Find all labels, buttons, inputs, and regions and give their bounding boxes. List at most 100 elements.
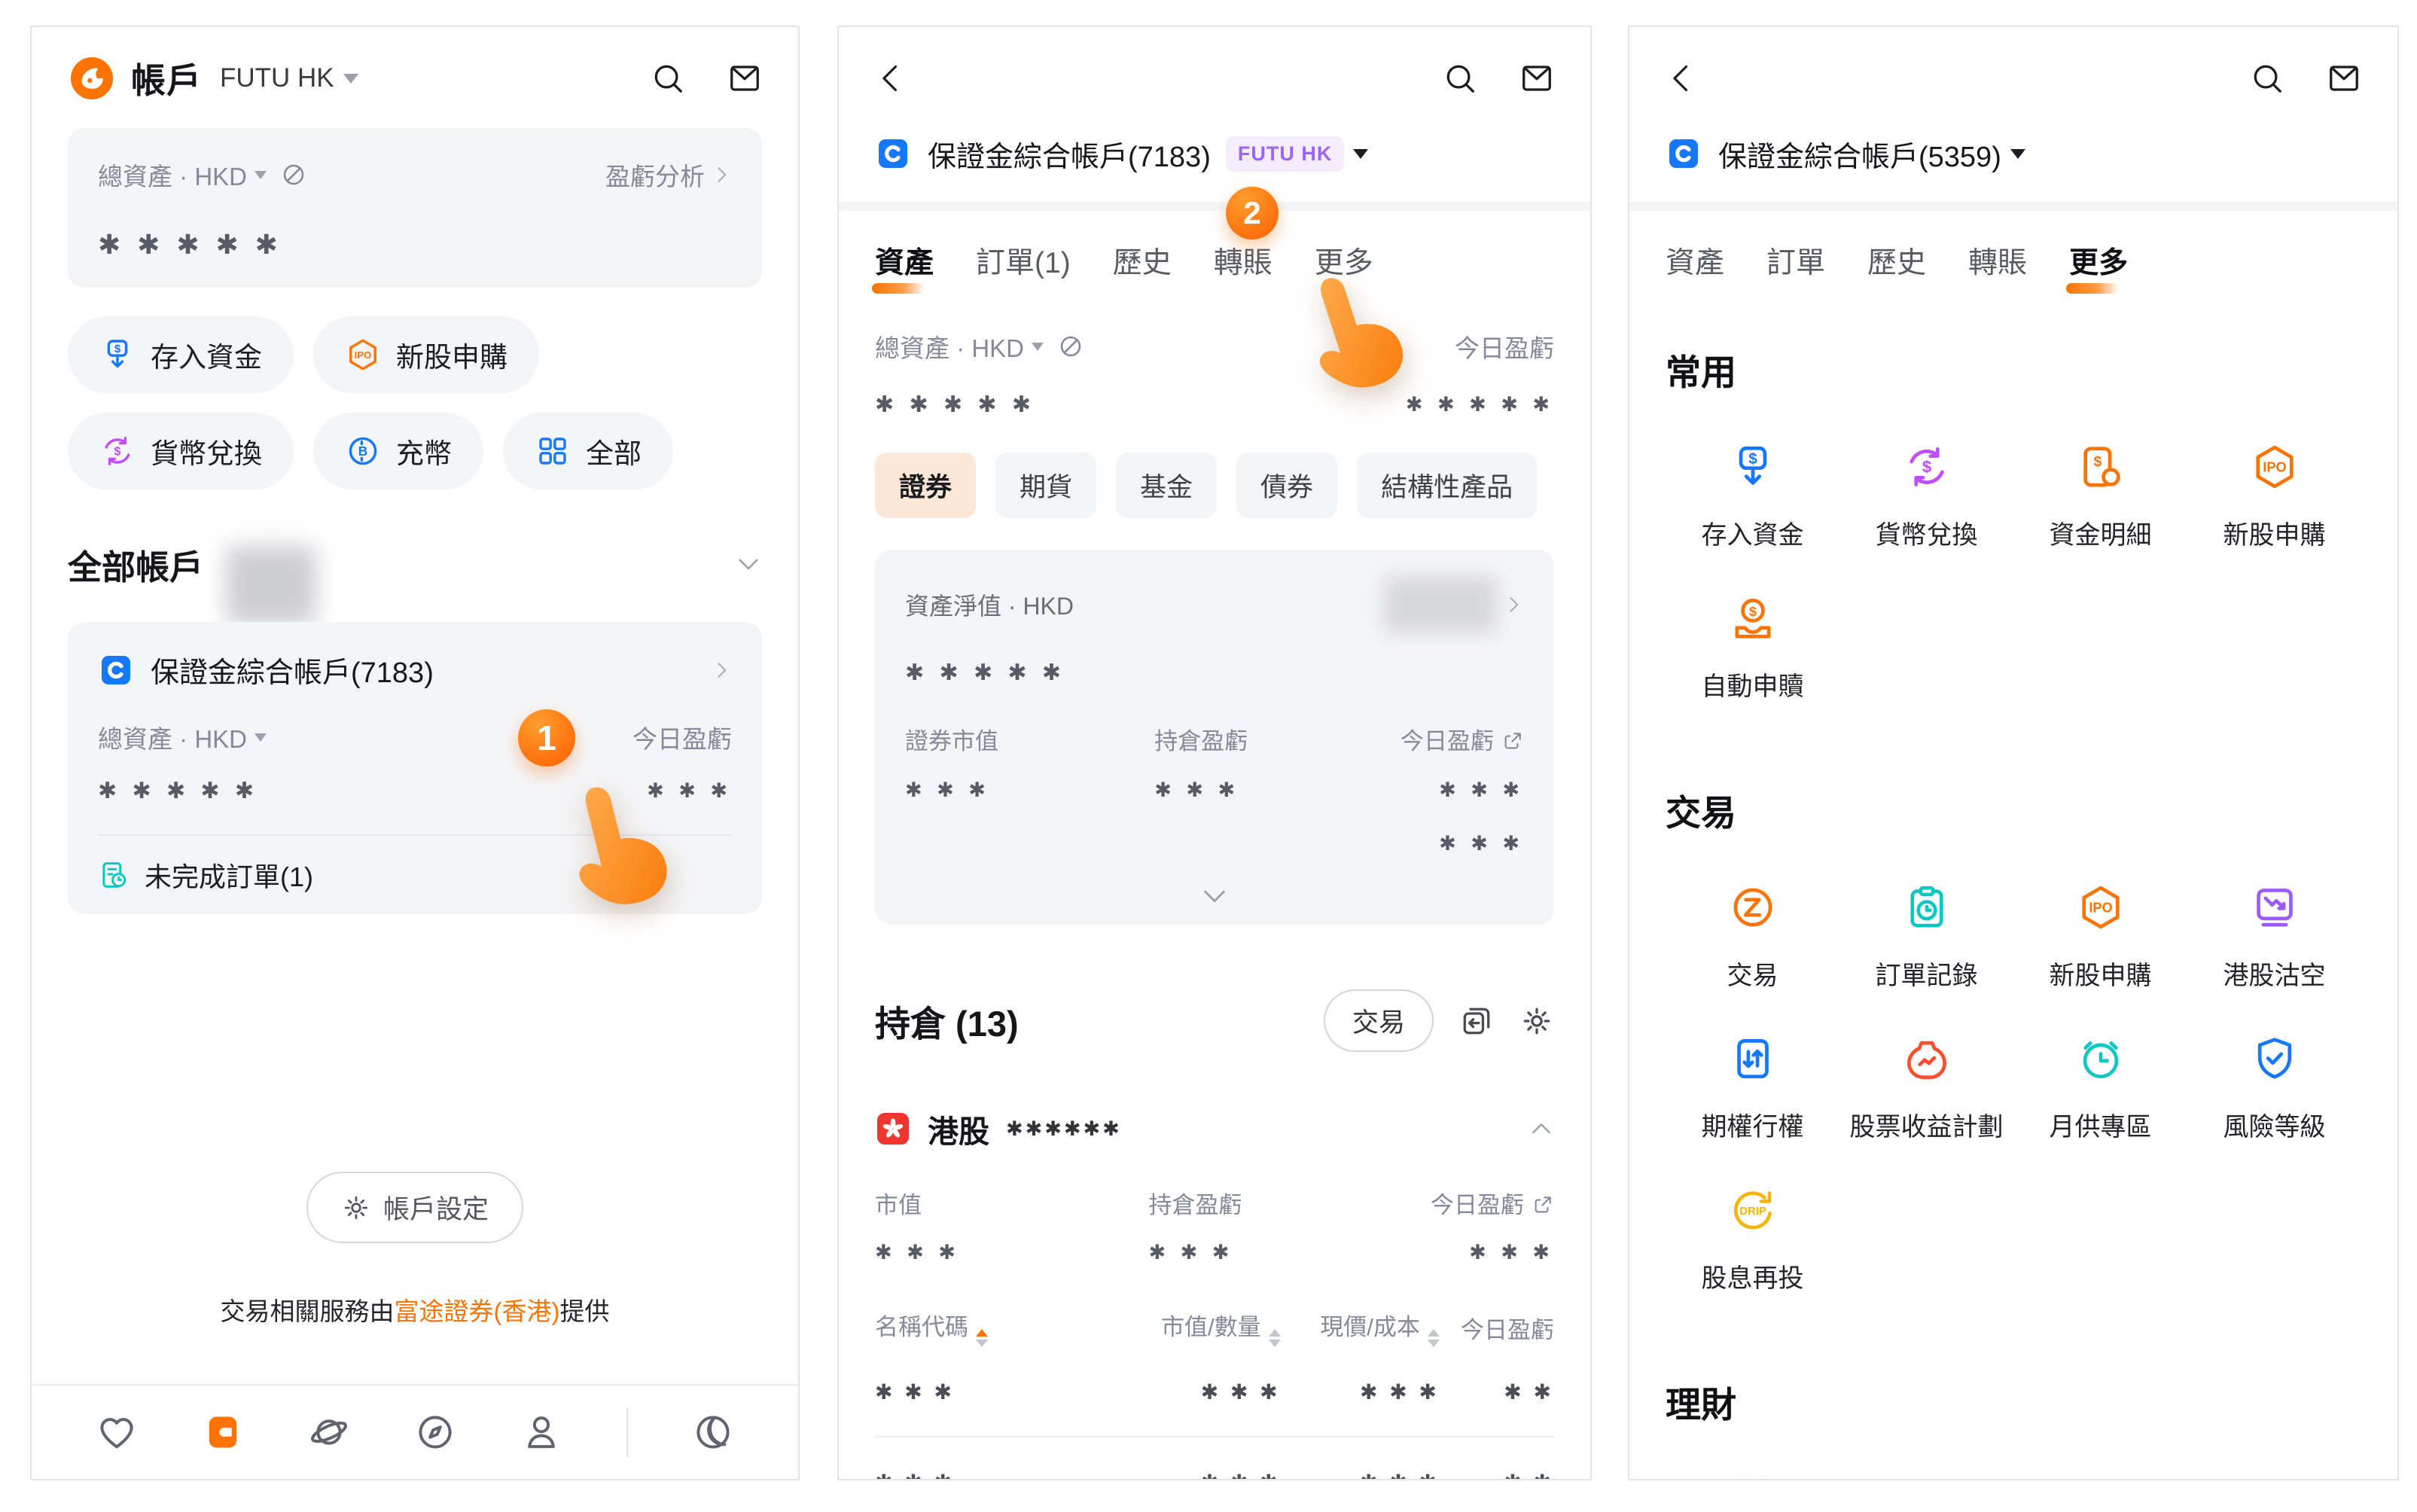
table-row[interactable]: ✱ ✱ ✱✱ ✱ ✱✱ ✱ ✱✱ ✱ xyxy=(875,1347,1554,1437)
feature-ipo[interactable]: IPO新股申購 xyxy=(2187,442,2361,551)
back-icon[interactable] xyxy=(1666,62,1699,95)
mail-icon[interactable] xyxy=(727,61,762,96)
nav-planet-icon[interactable] xyxy=(308,1411,350,1453)
quick-action-label: 存入資金 xyxy=(151,334,262,375)
mail-icon[interactable] xyxy=(1519,61,1554,96)
gear-icon xyxy=(341,1193,371,1223)
feature-ipo[interactable]: IPO新股申購 xyxy=(2013,883,2187,992)
feature-deposit[interactable]: $存入資金 xyxy=(1666,442,1839,551)
account-tab-歷史[interactable]: 歷史 xyxy=(1867,239,1926,294)
feature-exchange[interactable]: $貨幣兌換 xyxy=(1839,442,2013,551)
feature-short-sell[interactable]: 港股沽空 xyxy=(2187,883,2361,992)
table-row[interactable]: ✱ ✱ ✱✱ ✱ ✱✱ ✱ ✱✱ ✱ xyxy=(875,1437,1554,1480)
quick-action-exchange[interactable]: $貨幣兌換 xyxy=(68,413,294,489)
mail-icon[interactable] xyxy=(2327,61,2361,96)
nav-heart-icon[interactable] xyxy=(96,1411,138,1453)
trade-button[interactable]: 交易 xyxy=(1324,989,1434,1052)
section-交易: 交易交易訂單記錄IPO新股申購港股沽空期權行權股票收益計劃月供專區風險等級 DRI… xyxy=(1666,784,2361,1294)
chevron-down-icon[interactable] xyxy=(735,550,762,578)
product-tab-證券[interactable]: 證券 xyxy=(875,453,976,518)
all-accounts-header[interactable]: 全部帳戶 xyxy=(68,539,762,589)
nav-person-icon[interactable] xyxy=(520,1411,562,1453)
feature-order-record[interactable]: 訂單記錄 xyxy=(1839,883,2013,992)
monthly-fund-icon xyxy=(1728,1474,1778,1480)
hk-flag-icon xyxy=(875,1111,911,1147)
masked-cell: ✱ ✱ ✱ xyxy=(875,1379,1114,1404)
account-tab-轉賬[interactable]: 轉賬 xyxy=(1968,239,2027,294)
product-tab-期貨[interactable]: 期貨 xyxy=(995,453,1096,518)
search-icon[interactable] xyxy=(1443,61,1477,96)
account-selector[interactable]: 保證金綜合帳戶(7183) FUTU HK xyxy=(875,127,1554,181)
total-assets-selector[interactable]: 總資產 · HKD xyxy=(98,157,307,193)
deposit-icon: $ xyxy=(1728,442,1778,492)
search-icon[interactable] xyxy=(651,61,685,96)
account-tab-歷史[interactable]: 歷史 xyxy=(1113,239,1172,294)
product-tab-基金[interactable]: 基金 xyxy=(1116,453,1217,518)
quick-action-grid[interactable]: 全部 xyxy=(503,413,673,489)
hk-market-header[interactable]: 港股 ✱✱✱✱✱✱ xyxy=(875,1106,1554,1151)
feature-grid: 交易訂單記錄IPO新股申購港股沽空期權行權股票收益計劃月供專區風險等級 DRIP股… xyxy=(1666,883,2361,1294)
feature-monthly-zone[interactable]: 月供專區 xyxy=(2013,1034,2187,1143)
share-icon[interactable] xyxy=(1501,730,1524,752)
table-col-header[interactable]: 市值/數量 xyxy=(1114,1308,1281,1347)
asset-label: 總資產 · HKD xyxy=(98,719,247,755)
svg-text:$: $ xyxy=(1748,450,1757,468)
quick-action-deposit[interactable]: $ 存入資金 xyxy=(68,316,294,393)
feature-reservation[interactable]: 預約記錄 xyxy=(2187,1474,2361,1480)
exchange-icon: $ xyxy=(99,433,136,469)
feature-funds-detail[interactable]: $資金明細 xyxy=(2013,442,2187,551)
nav-compass-icon[interactable] xyxy=(414,1411,456,1453)
feature-coin-tray[interactable]: $自動申贖 xyxy=(1839,1474,2013,1480)
account-tab-更多[interactable]: 更多 xyxy=(2069,239,2128,294)
net-assets-detail-link[interactable] xyxy=(1384,577,1524,633)
broker-selector[interactable]: FUTU HK xyxy=(220,63,358,93)
account-tab-資產[interactable]: 資產 xyxy=(1666,239,1724,294)
feature-options-exercise[interactable]: 期權行權 xyxy=(1666,1034,1839,1143)
product-tab-債券[interactable]: 債券 xyxy=(1236,453,1337,518)
back-icon[interactable] xyxy=(875,62,908,95)
account-tab-資產[interactable]: 資產 xyxy=(875,239,934,294)
search-icon[interactable] xyxy=(2250,61,2284,96)
eye-off-icon[interactable] xyxy=(280,161,307,188)
expand-chevron-icon[interactable] xyxy=(1199,881,1230,911)
product-tab-結構性產品[interactable]: 結構性產品 xyxy=(1357,453,1537,518)
gear-icon[interactable] xyxy=(1519,1004,1554,1038)
feature-drip[interactable]: DRIP股息再投 xyxy=(1666,1185,1839,1294)
broker-label: FUTU HK xyxy=(220,63,334,93)
account-selector[interactable]: 保證金綜合帳戶(5359) xyxy=(1666,127,2361,181)
feature-monthly-fund[interactable]: 月供基金 xyxy=(1666,1474,1839,1480)
transfer-positions-icon[interactable] xyxy=(1459,1004,1494,1038)
nav-wallet-nav-icon[interactable] xyxy=(202,1411,244,1453)
margin-account-card[interactable]: 保證金綜合帳戶(7183) 總資產 · HKD 今日盈虧 ✱ ✱ ✱ ✱ ✱ ✱… xyxy=(68,622,762,914)
feature-risk-level[interactable]: 風險等級 xyxy=(2187,1034,2361,1143)
table-col-header[interactable]: 現價/成本 xyxy=(1281,1308,1440,1347)
account-settings-button[interactable]: 帳戶設定 xyxy=(306,1172,523,1243)
activity-income-icon xyxy=(2076,1474,2126,1480)
col-label: 持倉盈虧 xyxy=(1148,1186,1351,1220)
col-label: 現價/成本 xyxy=(1320,1314,1420,1340)
quick-action-crypto[interactable]: B充幣 xyxy=(313,413,483,489)
account-tab-訂單[interactable]: 訂單 xyxy=(1766,239,1825,294)
table-col-header[interactable]: 名稱代碼 xyxy=(875,1308,1114,1347)
quick-action-ipo[interactable]: IPO新股申購 xyxy=(313,316,539,393)
pl-analysis-link[interactable]: 盈虧分析 xyxy=(605,157,732,193)
eye-off-icon[interactable] xyxy=(1057,333,1084,360)
feature-trade[interactable]: 交易 xyxy=(1666,883,1839,992)
total-assets-selector[interactable]: 總資產 · HKD xyxy=(875,328,1084,364)
futu-logo-icon xyxy=(68,54,116,102)
chevron-right-icon xyxy=(711,164,732,185)
grid-icon xyxy=(535,433,571,469)
feature-stock-yield[interactable]: 股票收益計劃 xyxy=(1839,1034,2013,1143)
nav-moon-icon[interactable] xyxy=(692,1411,734,1453)
feature-coin-tray[interactable]: $自動申贖 xyxy=(1666,593,1839,703)
account-tab-訂單(1)[interactable]: 訂單(1) xyxy=(976,239,1071,294)
share-icon[interactable] xyxy=(1532,1193,1554,1216)
asset-currency-selector[interactable]: 總資產 · HKD xyxy=(98,719,267,755)
deposit-icon: $ xyxy=(99,337,136,373)
account-tab-轉賬[interactable]: 轉賬 xyxy=(1214,239,1273,294)
col-label: 市值/數量 xyxy=(1161,1314,1261,1340)
table-col-header[interactable]: 今日盈虧 xyxy=(1440,1311,1554,1345)
feature-activity-income[interactable]: 活動收益 xyxy=(2013,1474,2187,1480)
collapse-chevron-icon[interactable] xyxy=(1529,1116,1554,1142)
section-title: 常用 xyxy=(1666,343,2361,395)
